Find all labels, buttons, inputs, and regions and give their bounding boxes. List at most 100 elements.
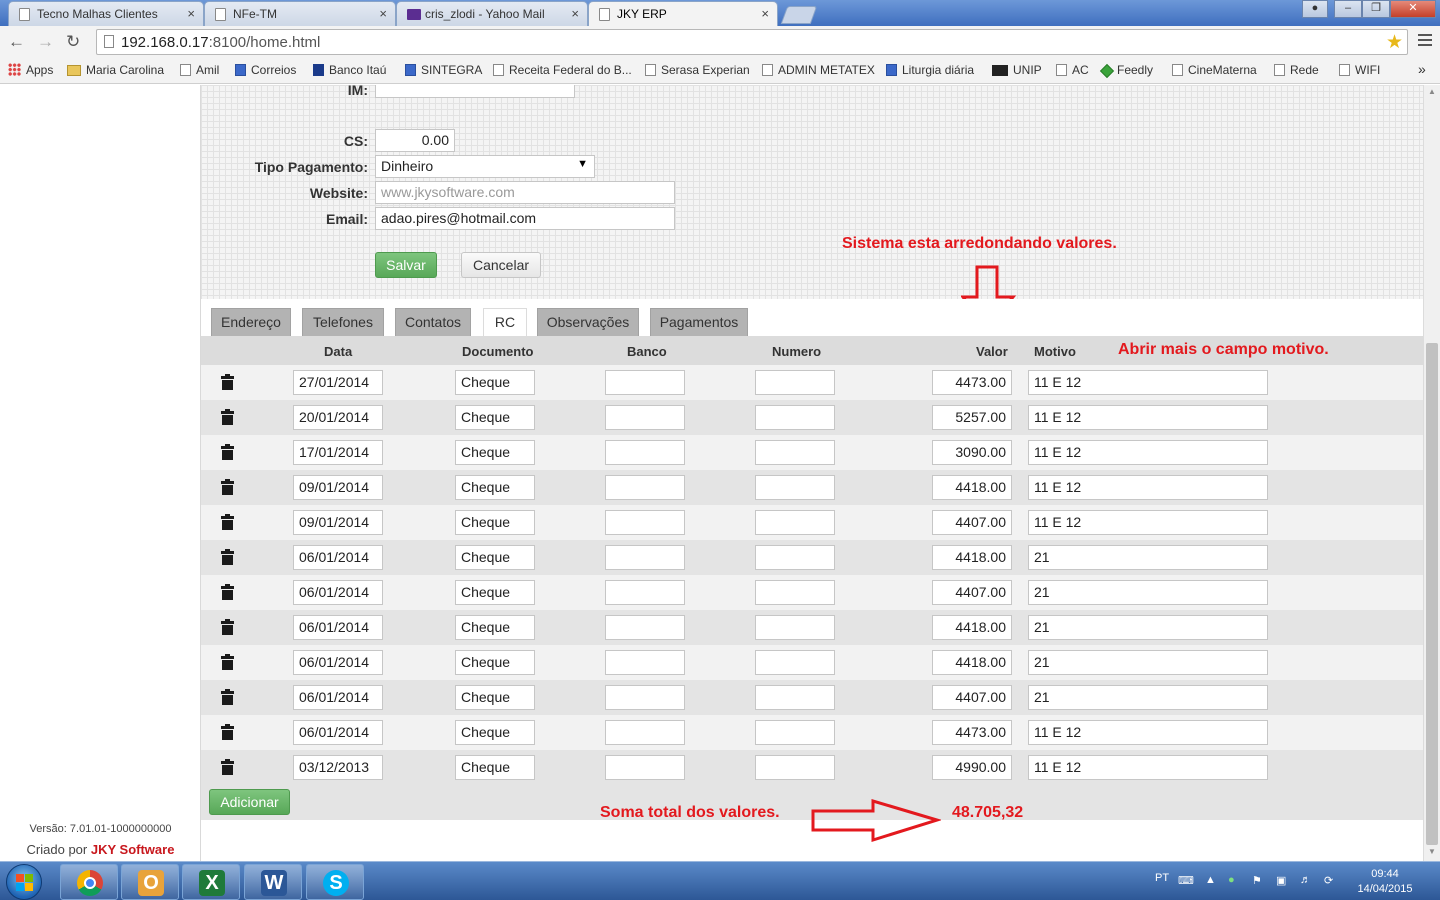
forward-icon[interactable]: → — [37, 32, 54, 52]
valor-field[interactable]: 4407.00 — [932, 510, 1012, 535]
trash-icon[interactable] — [221, 444, 234, 460]
bookmark-star-icon[interactable]: ★ — [1386, 31, 1403, 54]
numero-field[interactable] — [755, 370, 835, 395]
restore-button[interactable]: ❐ — [1362, 0, 1390, 18]
valor-field[interactable]: 4418.00 — [932, 475, 1012, 500]
cs-field[interactable]: 0.00 — [375, 129, 455, 152]
banco-field[interactable] — [605, 405, 685, 430]
motivo-field[interactable]: 11 E 12 — [1028, 510, 1268, 535]
tipo-pagamento-select[interactable]: Dinheiro ▼ — [375, 155, 595, 178]
date-field[interactable]: 06/01/2014 — [293, 720, 383, 745]
scroll-down-icon[interactable]: ▼ — [1428, 847, 1436, 856]
bookmark-receita-federal[interactable]: Receita Federal do B... — [493, 63, 632, 77]
close-icon[interactable]: × — [571, 6, 579, 21]
motivo-field[interactable]: 21 — [1028, 685, 1268, 710]
numero-field[interactable] — [755, 685, 835, 710]
trash-icon[interactable] — [221, 374, 234, 390]
back-icon[interactable]: ← — [8, 32, 25, 52]
date-field[interactable]: 06/01/2014 — [293, 615, 383, 640]
bookmark-feedly[interactable]: Feedly — [1099, 63, 1153, 79]
bookmark-correios[interactable]: Correios — [235, 63, 296, 77]
documento-field[interactable]: Cheque — [455, 650, 535, 675]
close-icon[interactable]: × — [187, 6, 195, 21]
bookmark-rede[interactable]: Rede — [1274, 63, 1319, 77]
browser-tab-jky[interactable]: JKY ERP × — [588, 1, 778, 27]
scroll-up-icon[interactable]: ▲ — [1428, 87, 1436, 96]
system-clock[interactable]: 09:44 14/04/2015 — [1352, 867, 1418, 897]
valor-field[interactable]: 4990.00 — [932, 755, 1012, 780]
motivo-field[interactable]: 11 E 12 — [1028, 405, 1268, 430]
keyboard-icon[interactable]: ⌨ — [1178, 874, 1194, 887]
new-tab-button[interactable] — [780, 6, 818, 24]
date-field[interactable]: 09/01/2014 — [293, 475, 383, 500]
banco-field[interactable] — [605, 580, 685, 605]
add-button[interactable]: Adicionar — [209, 789, 290, 815]
brand-link[interactable]: JKY Software — [91, 842, 175, 857]
tab-endereco[interactable]: Endereço — [211, 308, 291, 336]
show-hidden-icons-icon[interactable]: ▲ — [1205, 874, 1216, 886]
motivo-field[interactable]: 21 — [1028, 545, 1268, 570]
date-field[interactable]: 06/01/2014 — [293, 650, 383, 675]
banco-field[interactable] — [605, 720, 685, 745]
email-field[interactable]: adao.pires@hotmail.com — [375, 207, 675, 230]
more-bookmarks-icon[interactable]: » — [1418, 61, 1426, 77]
valor-field[interactable]: 4418.00 — [932, 650, 1012, 675]
page-scrollbar[interactable]: ▲ ▼ — [1423, 85, 1440, 861]
numero-field[interactable] — [755, 510, 835, 535]
documento-field[interactable]: Cheque — [455, 580, 535, 605]
date-field[interactable]: 03/12/2013 — [293, 755, 383, 780]
numero-field[interactable] — [755, 580, 835, 605]
bookmark-serasa[interactable]: Serasa Experian — [645, 63, 750, 77]
taskbar-chrome[interactable] — [60, 864, 118, 900]
taskbar-excel[interactable]: X — [182, 864, 240, 900]
documento-field[interactable]: Cheque — [455, 685, 535, 710]
documento-field[interactable]: Cheque — [455, 720, 535, 745]
tab-contatos[interactable]: Contatos — [395, 308, 471, 336]
bookmark-sintegra[interactable]: SINTEGRA — [405, 63, 482, 77]
bookmark-apps[interactable]: Apps — [8, 63, 53, 77]
numero-field[interactable] — [755, 755, 835, 780]
numero-field[interactable] — [755, 440, 835, 465]
banco-field[interactable] — [605, 545, 685, 570]
browser-tab-nfe[interactable]: NFe-TM × — [204, 1, 396, 26]
banco-field[interactable] — [605, 615, 685, 640]
date-field[interactable]: 06/01/2014 — [293, 580, 383, 605]
numero-field[interactable] — [755, 720, 835, 745]
taskbar-word[interactable]: W — [244, 864, 302, 900]
documento-field[interactable]: Cheque — [455, 510, 535, 535]
reload-icon[interactable]: ↻ — [66, 32, 80, 52]
banco-field[interactable] — [605, 440, 685, 465]
sync-icon[interactable]: ⟳ — [1324, 874, 1333, 887]
motivo-field[interactable]: 11 E 12 — [1028, 475, 1268, 500]
bookmark-maria-carolina[interactable]: Maria Carolina — [67, 63, 164, 77]
bookmark-ac[interactable]: AC — [1056, 63, 1089, 77]
banco-field[interactable] — [605, 685, 685, 710]
bookmark-unip[interactable]: UNIP — [992, 63, 1042, 77]
tab-telefones[interactable]: Telefones — [302, 308, 384, 336]
documento-field[interactable]: Cheque — [455, 405, 535, 430]
motivo-field[interactable]: 11 E 12 — [1028, 720, 1268, 745]
valor-field[interactable]: 3090.00 — [932, 440, 1012, 465]
website-field[interactable]: www.jkysoftware.com — [375, 181, 675, 204]
motivo-field[interactable]: 11 E 12 — [1028, 755, 1268, 780]
valor-field[interactable]: 4407.00 — [932, 685, 1012, 710]
chrome-menu-icon[interactable] — [1418, 34, 1432, 49]
valor-field[interactable]: 4418.00 — [932, 615, 1012, 640]
security-icon[interactable]: ● — [1228, 874, 1235, 886]
trash-icon[interactable] — [221, 724, 234, 740]
banco-field[interactable] — [605, 755, 685, 780]
trash-icon[interactable] — [221, 409, 234, 425]
documento-field[interactable]: Cheque — [455, 440, 535, 465]
valor-field[interactable]: 4407.00 — [932, 580, 1012, 605]
trash-icon[interactable] — [221, 479, 234, 495]
user-icon[interactable]: ● — [1302, 0, 1328, 18]
save-button[interactable]: Salvar — [375, 252, 437, 278]
address-bar[interactable]: 192.168.0.17:8100/home.html ★ — [96, 29, 1408, 55]
motivo-field[interactable]: 11 E 12 — [1028, 440, 1268, 465]
trash-icon[interactable] — [221, 584, 234, 600]
scroll-thumb[interactable] — [1426, 343, 1438, 845]
numero-field[interactable] — [755, 545, 835, 570]
date-field[interactable]: 17/01/2014 — [293, 440, 383, 465]
tab-pagamentos[interactable]: Pagamentos — [650, 308, 748, 336]
network-icon[interactable]: ▣ — [1276, 874, 1286, 887]
